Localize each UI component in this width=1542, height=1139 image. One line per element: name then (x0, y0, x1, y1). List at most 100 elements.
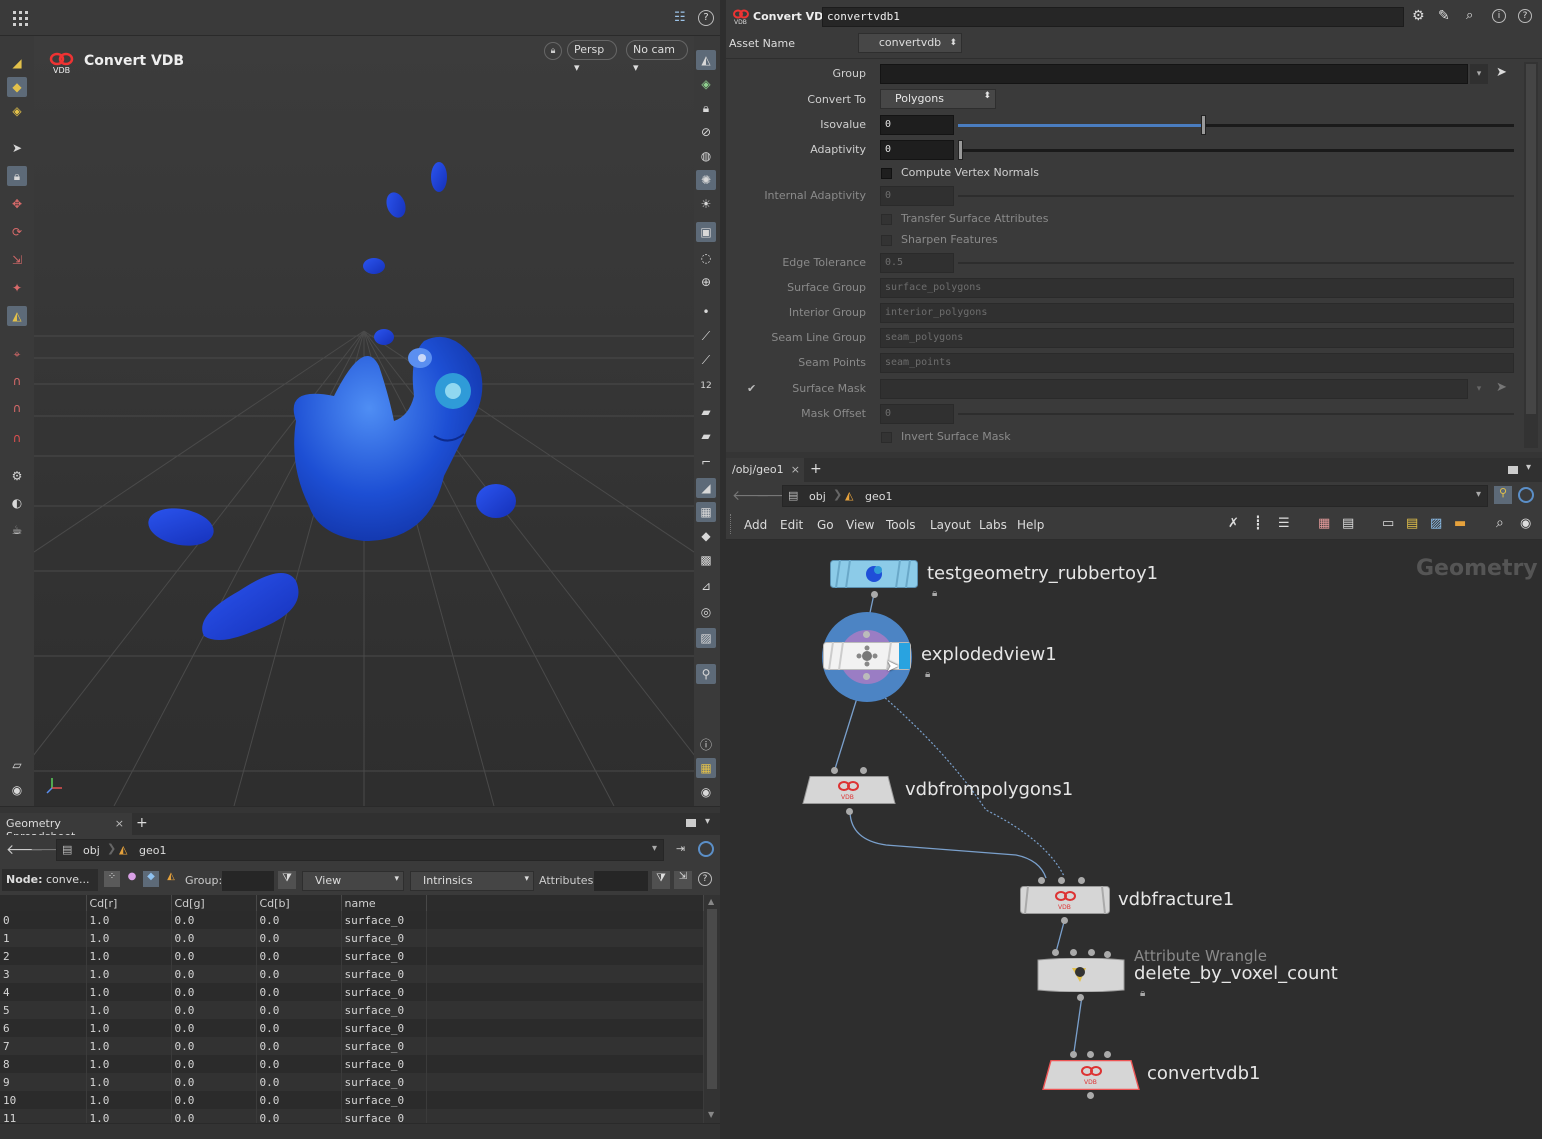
snap-grid-icon[interactable]: ⌖ (7, 344, 27, 364)
shading-icon[interactable]: ◍ (696, 146, 716, 166)
menu-add[interactable]: Add (744, 518, 767, 532)
layout-icon[interactable]: ▭ (1382, 516, 1394, 531)
close-tab-icon[interactable]: × (115, 817, 124, 830)
lock-view-icon[interactable]: 🔒︎ (696, 98, 716, 118)
menu-help[interactable]: Help (1017, 518, 1044, 532)
measure-icon[interactable]: ⊿ (696, 576, 716, 596)
render-region-icon[interactable]: ⚙ (7, 466, 27, 486)
rotate-tool-icon[interactable]: ⟳ (7, 222, 27, 242)
record-icon[interactable]: ◎ (696, 602, 716, 622)
image-bg-icon[interactable]: ▨ (1430, 516, 1442, 531)
path-geo[interactable]: geo1 (139, 844, 166, 857)
group-param-field[interactable] (880, 64, 1468, 84)
node-name-field[interactable]: convertvdb1 (822, 7, 1404, 27)
spreadsheet-help-icon[interactable]: ? (698, 872, 712, 886)
box-icon[interactable]: ▬ (1454, 516, 1466, 531)
path-dropdown-icon[interactable]: ▾ (652, 843, 657, 854)
network-path-field[interactable]: ▤ obj ❯ ◭ geo1 ▾ (782, 485, 1488, 507)
vdbfracture-input-dot-2[interactable] (1058, 877, 1065, 884)
column-header[interactable] (0, 895, 87, 911)
add-network-tab-icon[interactable]: + (810, 461, 822, 477)
internal-adaptivity-slider[interactable] (958, 195, 1514, 197)
vdbfracture-input-dot-3[interactable] (1078, 877, 1085, 884)
edge-icon[interactable]: ⟋ (696, 326, 716, 346)
select-mode-icon[interactable]: ◢ (7, 53, 27, 73)
camera-settings-icon[interactable]: ◉ (7, 780, 27, 800)
grid-menu-icon[interactable] (12, 10, 30, 28)
flipbook-icon[interactable]: ◐ (7, 493, 27, 513)
param-help-icon[interactable]: ? (1518, 9, 1532, 23)
normal-icon[interactable]: ⟋ (696, 350, 716, 370)
group-select-arrow-icon[interactable]: ➤ (1496, 65, 1507, 80)
vdbfracture-input-dot-1[interactable] (1038, 877, 1045, 884)
table-row[interactable]: 1 1.0 0.0 0.0 surface_0 (0, 929, 704, 947)
scroll-up-icon[interactable]: ▲ (708, 897, 714, 906)
pane-splitter[interactable] (0, 806, 720, 813)
tear-off-icon[interactable]: ▱ (7, 755, 27, 775)
pin-pane-icon[interactable]: ⇥ (676, 842, 685, 855)
table-row[interactable]: 4 1.0 0.0 0.0 surface_0 (0, 983, 704, 1001)
network-link-icon[interactable] (1518, 487, 1534, 503)
table-row[interactable]: 6 1.0 0.0 0.0 surface_0 (0, 1019, 704, 1037)
column-header[interactable]: Cd[b] (256, 895, 342, 911)
menu-tools[interactable]: Tools (886, 518, 916, 532)
vdbfrompolygons-input-dot-1[interactable] (831, 767, 838, 774)
vdbfrompolygons-output-dot[interactable] (846, 808, 853, 815)
link-pane-icon[interactable] (698, 841, 714, 857)
vdbfrompolygons-input-dot-2[interactable] (860, 767, 867, 774)
asset-name-dropdown[interactable]: convertvdb ⬍ (858, 33, 962, 53)
quad-layout-icon[interactable]: ▦ (696, 758, 716, 778)
isovalue-field[interactable]: 0 (880, 115, 954, 135)
testgeometry-output-dot[interactable] (871, 591, 878, 598)
table-row[interactable]: 9 1.0 0.0 0.0 surface_0 (0, 1073, 704, 1091)
node-vdbfracture[interactable]: VDB (1020, 886, 1110, 914)
gear-icon[interactable]: ⚙ (1412, 8, 1425, 24)
spreadsheet-hscroll[interactable] (0, 1123, 720, 1139)
path-obj[interactable]: obj (83, 844, 100, 857)
network-pane-menu-icon[interactable] (1508, 466, 1518, 474)
persp-dropdown[interactable]: Persp ▾ (567, 40, 617, 74)
snapshot-icon[interactable]: ◆ (696, 526, 716, 546)
camera-dropdown[interactable]: No cam ▾ (626, 40, 688, 74)
vertices-mode-icon[interactable]: ● (124, 871, 140, 887)
detail-mode-icon[interactable]: ◭ (163, 871, 179, 887)
param-scroll-thumb[interactable] (1526, 64, 1536, 414)
transfer-surface-attributes-checkbox[interactable] (881, 214, 892, 225)
tree-icon[interactable]: ┋ (1254, 516, 1262, 531)
render-icon[interactable]: ☕ (7, 520, 27, 540)
network-pane-dropdown-icon[interactable]: ▾ (1526, 462, 1531, 473)
pane-menu-icon[interactable] (686, 819, 696, 827)
paint-mode-icon[interactable]: ◈ (7, 101, 27, 121)
node-convertvdb[interactable]: VDB (1042, 1060, 1140, 1090)
export-icon[interactable]: ⇲ (674, 871, 692, 889)
node-field[interactable]: Node: conve... (2, 869, 98, 891)
edit-mode-icon[interactable]: ◆ (7, 77, 27, 97)
group-dropdown-icon[interactable]: ▾ (1470, 64, 1488, 84)
table-row[interactable]: 3 1.0 0.0 0.0 surface_0 (0, 965, 704, 983)
help-icon[interactable]: ? (698, 10, 714, 26)
network-pin-icon[interactable]: ⚲ (1494, 486, 1512, 504)
background-icon[interactable]: ◢ (696, 478, 716, 498)
view-dropdown[interactable]: View ▾ (302, 871, 404, 891)
convertvdb-input-dot-2[interactable] (1087, 1051, 1094, 1058)
invert-surface-mask-checkbox[interactable] (881, 432, 892, 443)
wrangle-input-dot-1[interactable] (1052, 949, 1059, 956)
camera-view-icon[interactable]: ▣ (696, 222, 716, 242)
table-row[interactable]: 5 1.0 0.0 0.0 surface_0 (0, 1001, 704, 1019)
menu-go[interactable]: Go (817, 518, 834, 532)
interior-group-field[interactable]: interior_polygons (880, 303, 1514, 323)
prim-numbers-icon[interactable]: ▰ (696, 426, 716, 446)
internal-adaptivity-field[interactable]: 0 (880, 186, 954, 206)
vdbfracture-output-dot[interactable] (1061, 917, 1068, 924)
node-vdbfrompolygons[interactable]: VDB (802, 776, 896, 804)
spreadsheet-tab[interactable]: Geometry Spreadsheet × (0, 813, 132, 843)
sticky-note-icon[interactable]: ▤ (1406, 516, 1418, 531)
network-path-dropdown-icon[interactable]: ▾ (1476, 489, 1481, 500)
group-filter-input[interactable] (222, 871, 274, 891)
edge-tolerance-field[interactable]: 0.5 (880, 253, 954, 273)
view-options-icon[interactable]: ☷ (674, 10, 690, 26)
add-tab-icon[interactable]: + (136, 815, 148, 831)
search-icon[interactable]: ⌕ (1466, 8, 1473, 23)
ghost-icon[interactable]: ⊘ (696, 122, 716, 142)
node-testgeometry[interactable] (830, 560, 918, 588)
